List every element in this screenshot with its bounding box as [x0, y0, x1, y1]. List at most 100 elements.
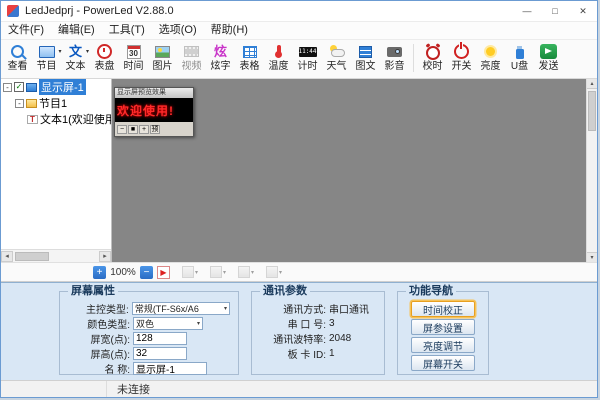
clock-dial-icon — [97, 42, 112, 61]
menu-help[interactable]: 帮助(H) — [204, 22, 255, 39]
toolbar-button-fancy-text[interactable]: 炫 炫字 — [206, 41, 235, 75]
disabled-tool-button[interactable]: ▾ — [210, 266, 226, 278]
scrollbar-thumb[interactable] — [15, 252, 49, 261]
toolbar-button-table[interactable]: 表格 — [235, 41, 264, 75]
chevron-down-icon: ▾ — [223, 269, 226, 276]
menu-tools[interactable]: 工具(T) — [102, 22, 152, 39]
expander-icon[interactable]: - — [3, 83, 12, 92]
preview-prev-button[interactable]: − — [117, 125, 127, 134]
zoom-level: 100% — [110, 267, 136, 278]
toolbar-button-timer[interactable]: 11:44 计时 — [293, 41, 322, 75]
toolbar-button-usb[interactable]: U盘 — [505, 41, 534, 75]
tree-item-program[interactable]: - 节目1 — [1, 95, 111, 111]
tree-item-text[interactable]: T 文本1(欢迎使用LED! — [1, 111, 111, 127]
disabled-tool-button[interactable]: ▾ — [182, 266, 198, 278]
zoom-in-button[interactable]: + — [93, 266, 106, 279]
tree-item-screen[interactable]: - ✓ 显示屏-1 — [1, 79, 111, 95]
toolbar-label: 表盘 — [95, 61, 115, 73]
field-label: 屏高(点): — [68, 346, 130, 361]
film-icon — [184, 42, 199, 61]
toolbar-button-power[interactable]: 开关 — [447, 41, 476, 75]
preview-stop-button[interactable]: ■ — [128, 125, 138, 134]
toolbar-button-brightness[interactable]: 亮度 — [476, 41, 505, 75]
digital-clock-icon: 11:44 — [299, 42, 317, 61]
checkbox-checked-icon[interactable]: ✓ — [14, 82, 24, 92]
toolbar-button-graphic-text[interactable]: 图文 — [351, 41, 380, 75]
toolbar-label: 温度 — [269, 61, 289, 73]
toolbar-button-time-sync[interactable]: 校时 — [418, 41, 447, 75]
toolbar-button-time[interactable]: 30 时间 — [119, 41, 148, 75]
document-icon — [359, 42, 372, 61]
send-arrow-icon — [540, 42, 557, 61]
status-segment — [1, 381, 107, 397]
menu-edit[interactable]: 编辑(E) — [51, 22, 102, 39]
magnifier-icon — [11, 42, 24, 61]
status-bar: 未连接 — [1, 380, 597, 397]
field-label: 颜色类型: — [68, 316, 130, 331]
group-title: 通讯参数 — [260, 285, 310, 297]
design-canvas[interactable]: 显示屏预览效果 欢迎使用! − ■ + 预 ▴ ▾ — [112, 79, 597, 262]
play-button[interactable]: ▶ — [157, 266, 170, 279]
calendar-icon: 30 — [127, 42, 141, 61]
disabled-tool-button[interactable]: ▾ — [266, 266, 282, 278]
toolbar-button-video[interactable]: 视频 — [177, 41, 206, 75]
text-icon: 文 ▾ — [69, 42, 82, 61]
function-nav-group: 功能导航 时间校正 屏参设置 亮度调节 屏幕开关 — [397, 291, 489, 375]
chevron-down-icon: ▾ — [251, 269, 254, 276]
toolbar-button-program[interactable]: ▾ 节目 — [32, 41, 61, 75]
preview-title-bar[interactable]: 显示屏预览效果 — [115, 88, 193, 98]
maximize-button[interactable]: □ — [541, 2, 569, 21]
zoom-out-button[interactable]: − — [140, 266, 153, 279]
color-type-select[interactable]: 双色 ▾ — [133, 317, 203, 330]
brightness-icon — [486, 42, 495, 61]
scroll-right-icon[interactable]: ▸ — [99, 251, 111, 262]
screen-height-input[interactable] — [133, 347, 187, 360]
scroll-down-icon[interactable]: ▾ — [587, 252, 597, 262]
chevron-down-icon: ▾ — [224, 305, 227, 312]
preview-mode-button[interactable]: 预 — [150, 125, 160, 134]
toolbar-label: 计时 — [298, 61, 318, 73]
toolbar-button-weather[interactable]: 天气 — [322, 41, 351, 75]
screen-params-button[interactable]: 屏参设置 — [411, 319, 475, 335]
preview-next-button[interactable]: + — [139, 125, 149, 134]
toolbar-button-picture[interactable]: 图片 — [148, 41, 177, 75]
screen-name-input[interactable] — [133, 362, 207, 375]
toolbar-button-temperature[interactable]: 温度 — [264, 41, 293, 75]
power-icon — [454, 42, 469, 61]
scrollbar-thumb[interactable] — [588, 91, 596, 131]
tree-horizontal-scrollbar[interactable]: ◂ ▸ — [1, 249, 111, 262]
time-calibration-button[interactable]: 时间校正 — [411, 301, 475, 317]
field-label: 通讯波特率: — [260, 331, 326, 346]
screen-switch-button[interactable]: 屏幕开关 — [411, 355, 475, 371]
controller-type-select[interactable]: 常规(TF-S6x/A6 ▾ — [132, 302, 230, 315]
app-icon — [7, 5, 19, 17]
comm-mode-value: 串口通讯 — [329, 301, 369, 316]
close-button[interactable]: ✕ — [569, 2, 597, 21]
dropdown-arrow-icon[interactable]: ▾ — [86, 48, 89, 55]
toolbar-label: 图文 — [356, 61, 376, 73]
canvas-vertical-scrollbar[interactable]: ▴ ▾ — [586, 79, 597, 262]
property-panel: 屏幕属性 主控类型: 常规(TF-S6x/A6 ▾ 颜色类型: 双色 ▾ 屏宽(… — [1, 282, 597, 380]
scroll-up-icon[interactable]: ▴ — [587, 79, 597, 89]
screen-width-input[interactable] — [133, 332, 187, 345]
brightness-adjust-button[interactable]: 亮度调节 — [411, 337, 475, 353]
menu-options[interactable]: 选项(O) — [152, 22, 204, 39]
disabled-tool-button[interactable]: ▾ — [238, 266, 254, 278]
toolbar-button-send[interactable]: 发送 — [534, 41, 563, 75]
scroll-left-icon[interactable]: ◂ — [1, 251, 13, 262]
text-node-icon: T — [27, 115, 38, 124]
screen-icon — [26, 83, 37, 92]
toolbar-button-text[interactable]: 文 ▾ 文本 — [61, 41, 90, 75]
toolbar-label: 时间 — [124, 61, 144, 73]
expander-icon[interactable]: - — [15, 99, 24, 108]
toolbar-button-view[interactable]: 查看 — [3, 41, 32, 75]
usb-drive-icon — [516, 42, 524, 61]
toolbar-button-dial[interactable]: 表盘 — [90, 41, 119, 75]
dropdown-arrow-icon[interactable]: ▾ — [58, 48, 61, 55]
minimize-button[interactable]: — — [513, 2, 541, 21]
menu-file[interactable]: 文件(F) — [1, 22, 51, 39]
toolbar-label: 节目 — [37, 61, 57, 73]
field-label: 串 口 号: — [260, 316, 326, 331]
toolbar-button-media[interactable]: 影音 — [380, 41, 409, 75]
alarm-clock-icon — [426, 42, 440, 61]
